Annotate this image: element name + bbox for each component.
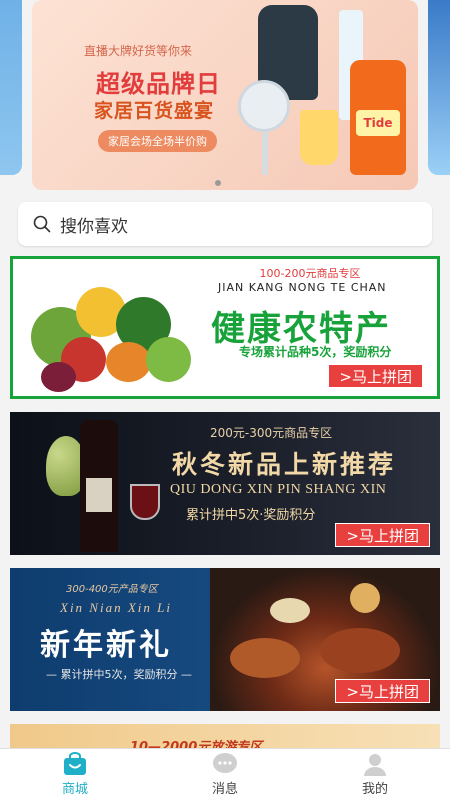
promo-banner-autumn-winter[interactable]: 200元-300元商品专区 秋冬新品上新推荐 QIU DONG XIN PIN …: [10, 412, 440, 555]
nav-item-messages[interactable]: 消息: [150, 749, 300, 800]
promo-range-label: 100-200元商品专区: [259, 267, 361, 280]
promo-title: 新年新礼: [40, 628, 172, 663]
promo-banner-farm-products[interactable]: 100-200元商品专区 JIAN KANG NONG TE CHAN 健康农特…: [10, 256, 440, 399]
nav-label: 消息: [211, 782, 238, 797]
fan-image: [238, 80, 290, 132]
nav-item-me[interactable]: 我的: [300, 749, 450, 800]
search-bar[interactable]: 搜你喜欢: [18, 202, 432, 246]
group-buy-button[interactable]: >马上拼团: [335, 679, 430, 703]
promo-pinyin: Xin Nian Xin Li: [60, 600, 172, 615]
search-placeholder: 搜你喜欢: [60, 216, 128, 237]
juice-image: [300, 110, 338, 165]
promo-tagline: 专场累计品种5次，奖励积分: [239, 345, 392, 359]
shopping-bag-icon: [64, 752, 86, 775]
banner-subtitle: 直播大牌好货等你来: [84, 44, 193, 58]
promo-range-label: 300-400元产品专区: [66, 584, 158, 595]
promo-pinyin: QIU DONG XIN PIN SHANG XIN: [170, 482, 387, 497]
wine-glass-image: [130, 484, 160, 520]
chat-icon: [213, 753, 237, 773]
detergent-brand: Tide: [356, 110, 400, 136]
carousel-indicator-dot: [215, 180, 221, 186]
banner-pill: 家居会场全场半价购: [98, 130, 217, 152]
fan-stand-image: [262, 130, 268, 175]
nav-label: 商城: [61, 782, 88, 797]
bottom-nav: 商城 消息 我的: [0, 748, 450, 800]
promo-pinyin: JIAN KANG NONG TE CHAN: [218, 281, 387, 294]
nav-item-mall[interactable]: 商城: [0, 749, 150, 800]
carousel-banner[interactable]: 直播大牌好货等你来 超级品牌日 家居百货盛宴 家居会场全场半价购 Tide: [32, 0, 418, 190]
search-icon: [33, 215, 51, 233]
promo-tagline: — 累计拼中5次，奖励积分 —: [46, 668, 192, 681]
promo-range-label: 200元-300元商品专区: [210, 426, 333, 440]
carousel-prev-card[interactable]: [0, 0, 22, 175]
banner-headline: 超级品牌日: [96, 70, 221, 98]
wine-bottle-image: [80, 420, 118, 552]
promo-banner-new-year[interactable]: 300-400元产品专区 Xin Nian Xin Li 新年新礼 — 累计拼中…: [10, 568, 440, 711]
promo-title: 秋冬新品上新推荐: [172, 450, 397, 479]
detergent-image: Tide: [350, 60, 406, 175]
banner-headline-2: 家居百货盛宴: [94, 100, 215, 122]
vegetables-image: [21, 267, 201, 392]
promo-tagline: 累计拼中5次·奖励积分: [186, 508, 316, 523]
group-buy-button[interactable]: >马上拼团: [335, 523, 430, 547]
person-icon: [364, 754, 386, 776]
banner-carousel[interactable]: 直播大牌好货等你来 超级品牌日 家居百货盛宴 家居会场全场半价购 Tide: [0, 0, 450, 195]
group-buy-button[interactable]: >马上拼团: [328, 364, 423, 388]
nav-label: 我的: [361, 782, 388, 797]
carousel-next-card[interactable]: [428, 0, 450, 175]
